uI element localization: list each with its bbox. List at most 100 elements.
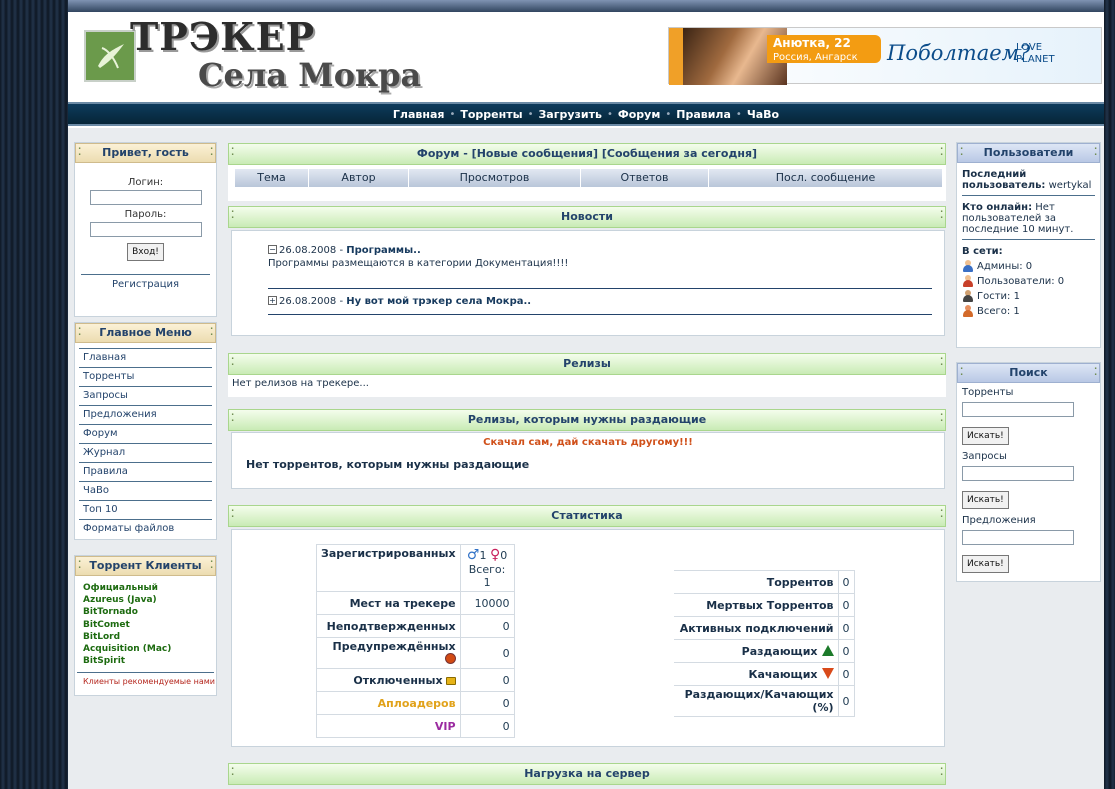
menu-item-requests[interactable]: Запросы: [79, 386, 212, 405]
forum-title-link[interactable]: Форум: [417, 147, 460, 160]
news-divider: [268, 314, 932, 315]
register-link[interactable]: Регистрация: [75, 279, 216, 290]
search-offers-input[interactable]: [962, 530, 1074, 545]
registered-total: Всего: 1: [468, 563, 506, 589]
divider: [962, 195, 1095, 196]
forum-col-author[interactable]: Автор: [309, 169, 409, 187]
login-block: ∙ ∙ Привет, гость ∙ ∙ Логин: Пароль: Вход!…: [74, 142, 217, 317]
site-logo[interactable]: [84, 30, 136, 82]
login-block-title: ∙ ∙ Привет, гость ∙ ∙: [75, 143, 216, 163]
news-headline[interactable]: Программы..: [346, 245, 421, 256]
nav-forum[interactable]: Форум: [615, 108, 664, 121]
search-offers-button[interactable]: Искать!: [962, 555, 1009, 573]
menu-item-faq[interactable]: ЧаВо: [79, 481, 212, 500]
client-link[interactable]: BitComet: [83, 619, 210, 631]
stats-leechers-cell: Качающих: [674, 662, 839, 686]
arrow-down-icon: [821, 667, 834, 679]
stats-warned-label: Предупреждённых: [332, 640, 456, 653]
forum-col-last-post[interactable]: Посл. сообщение: [709, 169, 942, 187]
menu-item-torrents[interactable]: Торренты: [79, 367, 212, 386]
password-label: Пароль:: [124, 209, 167, 220]
client-link[interactable]: BitTornado: [83, 606, 210, 618]
stats-torrents-value: 0: [837, 570, 855, 594]
forum-col-views[interactable]: Просмотров: [409, 169, 581, 187]
corner-dots: ∙ ∙: [231, 354, 235, 369]
client-link[interactable]: BitLord: [83, 631, 210, 643]
nav-rules[interactable]: Правила: [673, 108, 734, 121]
ad-banner[interactable]: Анютка, 22 Россия, Ангарск Поболтаем? LO…: [668, 27, 1102, 85]
client-link[interactable]: Acquisition (Mac): [83, 643, 210, 655]
site-title-line1: ТРЭКЕР: [130, 14, 316, 59]
corner-dots: ∙ ∙: [939, 410, 943, 425]
need-seeders-title: Релизы, которым нужны раздающие: [467, 413, 707, 426]
clients-list: Официальный Azureus (Java) BitTornado Bi…: [83, 582, 210, 667]
stats-seeders-cell: Раздающих: [674, 639, 839, 663]
search-torrents-input[interactable]: [962, 402, 1074, 417]
news-divider: [268, 288, 932, 289]
search-requests-button[interactable]: Искать!: [962, 491, 1009, 509]
main-menu-list: Главная Торренты Запросы Предложения Фор…: [79, 348, 212, 538]
menu-item-log[interactable]: Журнал: [79, 443, 212, 462]
menu-item-rules[interactable]: Правила: [79, 462, 212, 481]
news-item-title[interactable]: +26.08.2008 - Ну вот мой трэкер села Мок…: [268, 296, 531, 307]
stats-row: VIP 0: [316, 714, 515, 738]
stats-row: Зарегистрированных ♂1 ♀0 Всего: 1: [316, 544, 515, 592]
stats-unconfirmed-value: 0: [459, 614, 515, 638]
stats-row: Отключенных 0: [316, 668, 515, 692]
corner-dots: ∙ ∙: [960, 144, 964, 159]
nav-upload[interactable]: Загрузить: [535, 108, 604, 121]
divider: [77, 672, 214, 674]
nav-faq[interactable]: ЧаВо: [744, 108, 782, 121]
menu-item-top10[interactable]: Топ 10: [79, 500, 212, 519]
login-button[interactable]: Вход!: [127, 243, 164, 261]
password-input[interactable]: [89, 222, 202, 237]
banner-brand-line1: LOVE: [1016, 42, 1043, 53]
menu-item-home[interactable]: Главная: [79, 348, 212, 367]
search-torrents-button[interactable]: Искать!: [962, 427, 1009, 445]
expand-icon[interactable]: +: [268, 296, 277, 305]
search-requests-input[interactable]: [962, 466, 1074, 481]
client-link[interactable]: Azureus (Java): [83, 594, 210, 606]
plant-logo-icon: [90, 36, 130, 76]
corner-dots: ∙ ∙: [231, 506, 235, 521]
collapse-icon[interactable]: −: [268, 245, 277, 254]
forum-new-messages-link[interactable]: [Новые сообщения]: [472, 147, 598, 160]
male-icon: ♂: [466, 547, 480, 563]
forum-today-messages-link[interactable]: [Сообщения за сегодня]: [602, 147, 757, 160]
server-load-header: ∙ ∙ Нагрузка на сервер ∙ ∙: [228, 763, 946, 785]
banner-brand-line2: PLANET: [1016, 54, 1055, 65]
last-user-name[interactable]: wertykal: [1049, 180, 1092, 191]
forum-columns: Тема Автор Просмотров Ответов Посл. сооб…: [235, 169, 942, 187]
menu-item-forum[interactable]: Форум: [79, 424, 212, 443]
news-item: −26.08.2008 - Программы.. Программы разм…: [268, 245, 568, 269]
search-offers-label: Предложения: [962, 515, 1036, 526]
client-link[interactable]: BitSpirit: [83, 655, 210, 667]
nav-home[interactable]: Главная: [390, 108, 448, 121]
users-title-text: Пользователи: [983, 146, 1074, 159]
admins-row: Админы: 0: [962, 260, 1095, 272]
client-link[interactable]: Официальный: [83, 582, 210, 594]
news-item: +26.08.2008 - Ну вот мой трэкер села Мок…: [268, 296, 531, 307]
login-input[interactable]: [89, 190, 202, 205]
torrent-clients-title: ∙ ∙ Торрент Клиенты ∙ ∙: [75, 556, 216, 576]
site-title-line2: Села Мокра: [198, 56, 422, 94]
corner-dots: ∙ ∙: [939, 354, 943, 369]
news-item-title[interactable]: −26.08.2008 - Программы..: [268, 245, 568, 256]
forum-header: ∙ ∙ Форум - [Новые сообщения] [Сообщения …: [228, 143, 946, 165]
news-headline[interactable]: Ну вот мой трэкер села Мокра..: [346, 296, 531, 307]
forum-col-topic[interactable]: Тема: [235, 169, 309, 187]
stats-row: Активных подключений 0: [674, 616, 855, 640]
total-count: Всего: 1: [977, 305, 1020, 317]
menu-item-offers[interactable]: Предложения: [79, 405, 212, 424]
banner-slogan: Поболтаем?: [887, 41, 1031, 65]
corner-dots: ∙ ∙: [939, 144, 943, 159]
forum-col-replies[interactable]: Ответов: [581, 169, 709, 187]
stats-uploaders-label: Аплоадеров: [316, 691, 461, 715]
news-date: 26.08.2008: [279, 245, 337, 256]
search-title: ∙ ∙ Поиск ∙ ∙: [957, 363, 1100, 383]
news-date: 26.08.2008: [279, 296, 337, 307]
corner-dots: ∙ ∙: [231, 764, 235, 779]
nav-torrents[interactable]: Торренты: [457, 108, 525, 121]
corner-dots: ∙ ∙: [939, 764, 943, 779]
menu-item-formats[interactable]: Форматы файлов: [79, 519, 212, 538]
